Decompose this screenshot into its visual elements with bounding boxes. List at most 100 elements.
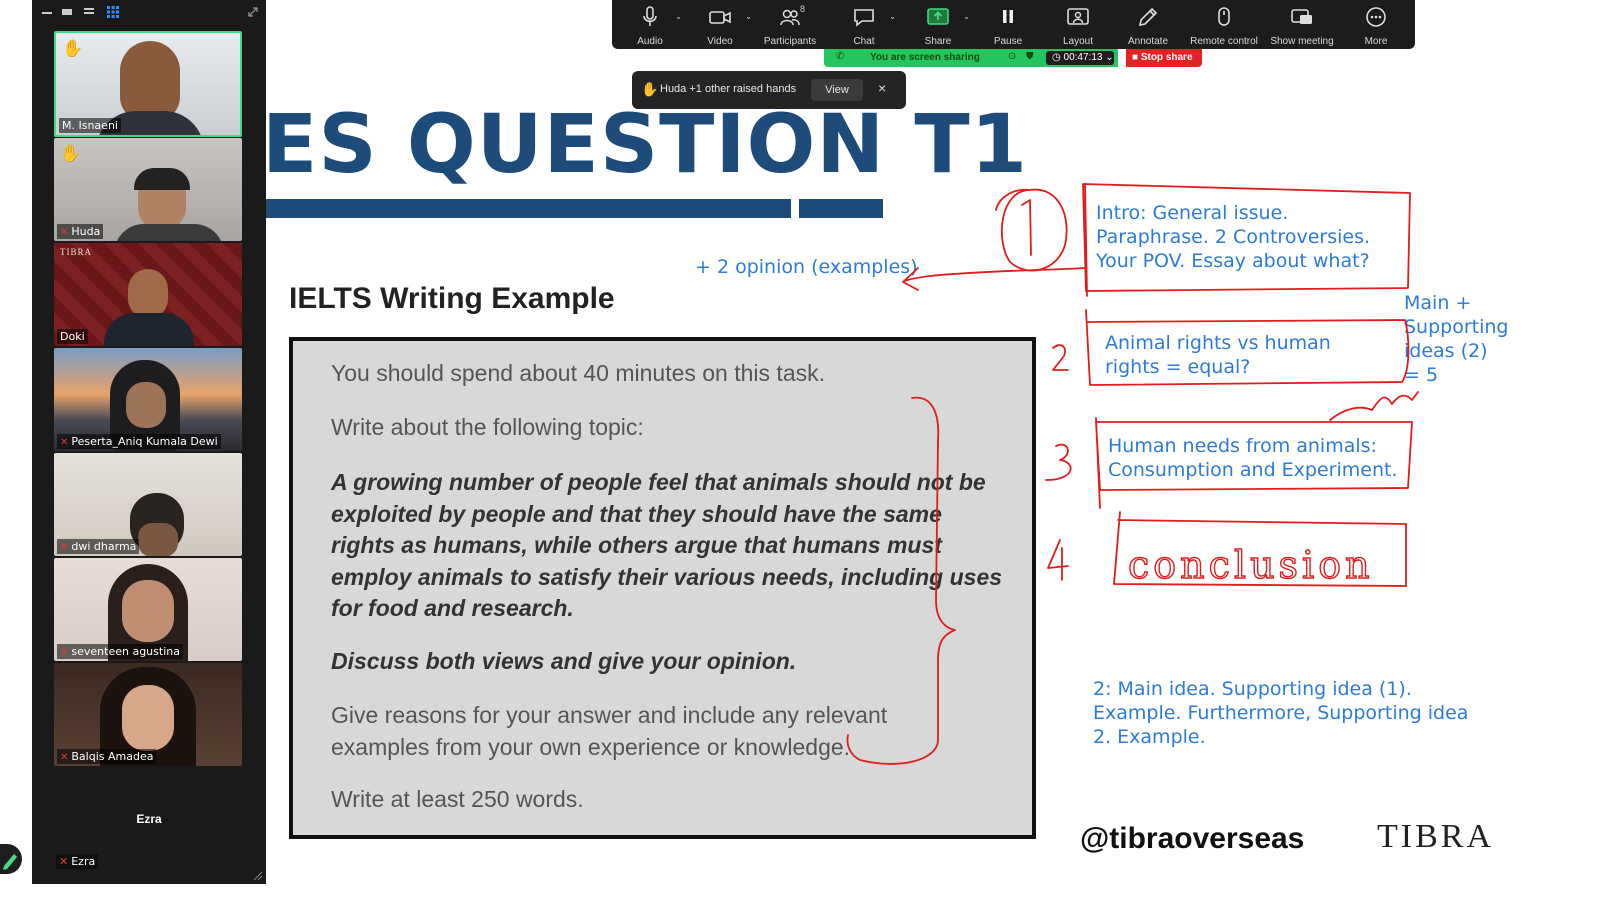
annotation-note-2: Example. Furthermore, Supporting idea — [1093, 702, 1469, 724]
phone-icon: ✆ — [836, 51, 845, 62]
minimize-icon[interactable] — [40, 5, 54, 19]
audio-button[interactable]: Audio ⌄ — [616, 4, 684, 47]
participants-button[interactable]: Participants 8 — [756, 4, 824, 47]
chat-icon — [830, 4, 898, 30]
annotation-body2-2: Consumption and Experiment. — [1108, 459, 1398, 481]
participant-count: 8 — [800, 4, 806, 14]
slide-title: ES QUESTION T1 — [262, 98, 1029, 192]
participant-tile[interactable]: ✋ M. Isnaeni — [54, 31, 242, 137]
annotation-note-1: 2: Main idea. Supporting idea (1). — [1093, 678, 1412, 700]
participant-tile[interactable]: ✕ seventeen agustina — [54, 558, 242, 661]
muted-mic-icon: ✕ — [60, 647, 69, 658]
more-button[interactable]: More — [1342, 4, 1410, 47]
toolbar-label: Video — [707, 36, 733, 47]
annotation-main-1: Main + — [1404, 292, 1472, 314]
conclusion-box — [1113, 511, 1407, 587]
close-icon[interactable]: × — [878, 80, 886, 96]
clock-icon: ◷ — [1052, 52, 1064, 63]
slide-heading: IELTS Writing Example — [289, 282, 615, 315]
annotation-opinion: + 2 opinion (examples) — [695, 256, 918, 278]
sharing-status: ✆ You are screen sharing ⊙ ⛊ — [824, 49, 1044, 67]
annotate-button[interactable]: Annotate — [1114, 4, 1182, 47]
annotation-intro-2: Paraphrase. 2 Controversies. — [1096, 226, 1371, 248]
participant-name: ✕ Peserta_Aniq Kumala Dewi — [57, 434, 221, 449]
show-meeting-button[interactable]: Show meeting — [1268, 4, 1336, 47]
task-word-count: Write at least 250 words. — [331, 786, 584, 812]
conclusion-handwriting: conclusion — [1128, 543, 1374, 587]
info-icon[interactable]: ⊙ — [1008, 51, 1016, 62]
video-button[interactable]: Video ⌄ — [686, 4, 754, 47]
expand-icon[interactable] — [246, 5, 260, 19]
raised-hand-icon: ✋ — [641, 81, 659, 97]
meeting-timer[interactable]: ◷ 00:47:13 ⌄ — [1044, 49, 1118, 67]
title-underline — [266, 199, 791, 218]
panel-toolbar — [32, 0, 266, 24]
tibra-watermark: TIBRA — [60, 247, 92, 257]
toolbar-label: Pause — [993, 36, 1023, 47]
number-two — [1052, 344, 1069, 371]
stop-share-button[interactable]: ■ Stop share — [1126, 49, 1202, 67]
toolbar-label: More — [1364, 36, 1388, 47]
toolbar-label: Annotate — [1127, 36, 1169, 47]
participant-tile[interactable]: TIBRA Doki — [54, 243, 242, 346]
muted-mic-icon: ✕ — [60, 542, 69, 553]
participant-name: M. Isnaeni — [59, 118, 121, 133]
pen-icon — [3, 854, 17, 870]
microphone-icon — [616, 4, 684, 30]
number-three — [1045, 443, 1072, 481]
participant-name: ✕ Ezra — [56, 854, 99, 869]
participant-tile[interactable]: ✕ Peserta_Aniq Kumala Dewi — [54, 348, 242, 451]
annotation-main-3: ideas (2) — [1404, 340, 1488, 362]
task-topic: A growing number of people feel that ani… — [331, 469, 1003, 621]
video-camera-icon — [686, 4, 754, 30]
toolbar-label: Share — [924, 36, 952, 47]
share-button[interactable]: Share ⌄ — [904, 4, 972, 47]
thumbnail-view-icon[interactable] — [60, 5, 74, 19]
chevron-down-icon[interactable]: ⌄ — [963, 12, 970, 21]
ezra-tile-name: Ezra — [136, 812, 162, 826]
remote-control-button[interactable]: Remote control — [1190, 4, 1258, 47]
screen-share-strip: ✆ You are screen sharing ⊙ ⛊ ◷ 00:47:13 … — [824, 49, 1202, 67]
number-one-stroke — [1021, 199, 1032, 256]
toolbar-label: Show meeting — [1270, 36, 1334, 47]
muted-mic-icon: ✕ — [60, 227, 69, 238]
participant-video — [120, 41, 180, 121]
number-four — [1047, 539, 1069, 581]
annotation-main-4: = 5 — [1404, 364, 1439, 386]
chevron-down-icon[interactable]: ⌄ — [745, 12, 752, 21]
muted-mic-icon: ✕ — [59, 855, 69, 868]
participant-tile[interactable]: ✕ Balqis Amadea — [54, 663, 242, 766]
annotation-note-3: 2. Example. — [1093, 726, 1206, 748]
shield-icon[interactable]: ⛊ — [1026, 51, 1034, 62]
chevron-down-icon[interactable]: ⌄ — [889, 12, 896, 21]
muted-mic-icon: ✕ — [60, 752, 69, 763]
participant-name: ✕ dwi dharma — [57, 539, 140, 554]
chat-button[interactable]: Chat ⌄ — [830, 4, 898, 47]
toolbar-label: Chat — [853, 36, 875, 47]
layout-icon — [1044, 4, 1112, 30]
annotation-body2-1: Human needs from animals: — [1108, 435, 1377, 457]
title-underline — [799, 199, 883, 218]
share-screen-icon — [904, 4, 972, 30]
view-raised-hands-button[interactable]: View — [811, 79, 863, 101]
toolbar-label: Audio — [637, 36, 663, 47]
annotation-intro-1: Intro: General issue. — [1096, 202, 1289, 224]
participant-tile[interactable]: ✕ dwi dharma — [54, 453, 242, 556]
annotation-pen-button[interactable] — [0, 844, 22, 874]
chevron-down-icon[interactable]: ⌄ — [675, 12, 682, 21]
list-view-icon[interactable] — [82, 5, 96, 19]
pause-icon — [974, 4, 1042, 30]
toolbar-label: Remote control — [1190, 36, 1258, 47]
show-meeting-icon — [1268, 4, 1336, 30]
gallery-view-icon[interactable] — [106, 5, 120, 19]
raised-hands-notification: ✋ Huda +1 other raised hands View × — [632, 71, 906, 109]
participant-name: ✕ Balqis Amadea — [57, 749, 157, 764]
resize-handle-icon[interactable] — [253, 871, 263, 881]
participant-name: ✕ Huda — [57, 224, 104, 239]
layout-button[interactable]: Layout — [1044, 4, 1112, 47]
participant-tile[interactable]: ✋ ✕ Huda — [54, 138, 242, 241]
toolbar-label: Layout — [1062, 36, 1094, 47]
pause-button[interactable]: Pause — [974, 4, 1042, 47]
annotation-intro-3: Your POV. Essay about what? — [1096, 250, 1370, 272]
raised-hands-text: Huda +1 other raised hands — [660, 83, 797, 95]
